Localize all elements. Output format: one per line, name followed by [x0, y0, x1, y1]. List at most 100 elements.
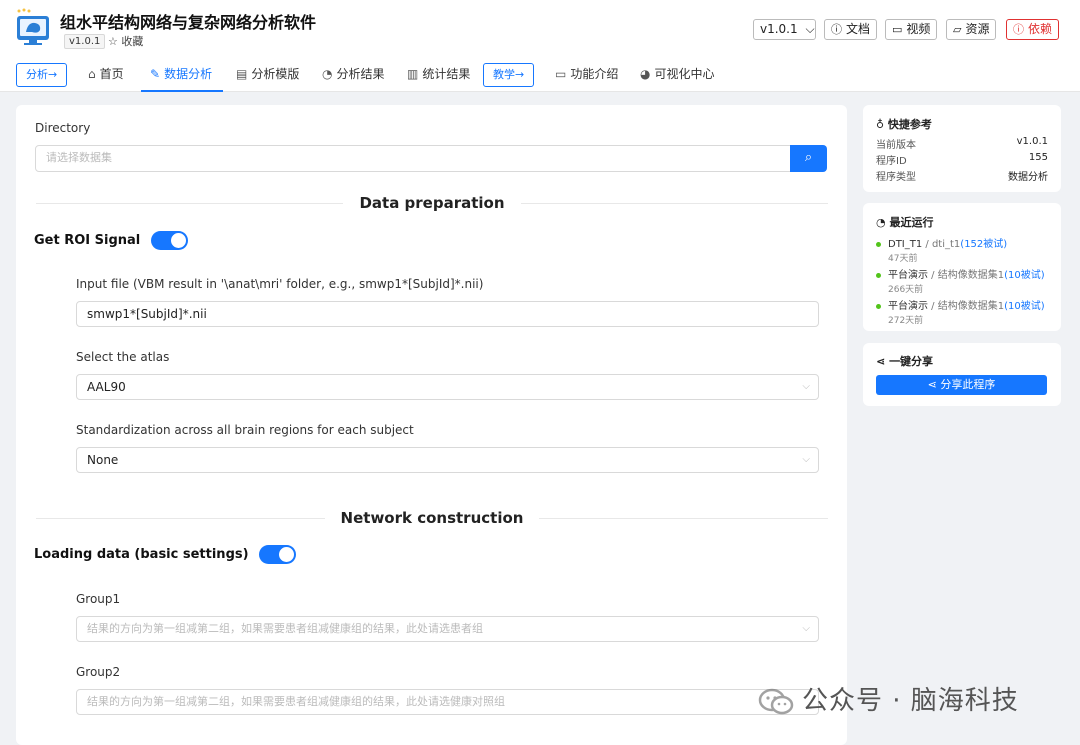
share-icon: ⋖: [876, 355, 886, 368]
ref-row: 程序ID 155: [876, 152, 1048, 167]
bar-chart-icon: ▥: [407, 67, 419, 81]
wechat-icon: [758, 688, 794, 714]
video-button[interactable]: ▭ 视频: [885, 19, 938, 40]
app-header: 组水平结构网络与复杂网络分析软件 v1.0.1 ☆ 收藏 v1.0.1 ⌵ ⓘ 文…: [0, 0, 1080, 56]
nav-item-templates-label: 分析模版: [251, 67, 300, 81]
monitor-icon: ▭: [555, 67, 567, 81]
share-icon: ⋖: [927, 378, 937, 391]
status-dot: [876, 241, 881, 247]
run-dataset: / 结构像数据集1: [928, 270, 1005, 281]
section-title: Network construction: [324, 509, 540, 527]
atlas-label: Select the atlas: [76, 350, 170, 364]
input-file-field[interactable]: smwp1*[SubjId]*.nii: [76, 301, 819, 327]
nav-item-home[interactable]: ⌂ 首页: [88, 56, 124, 92]
video-button-label: 视频: [906, 22, 931, 36]
run-subjects-link[interactable]: (10被试): [1004, 270, 1045, 281]
group1-select[interactable]: 结果的方向为第一组减第二组，如果需要患者组减健康组的结果，此处请选患者组 ⌵: [76, 616, 819, 642]
ref-value: 数据分析: [1008, 172, 1048, 183]
run-subjects-link[interactable]: (10被试): [1004, 301, 1045, 312]
share-button-label: 分享此程序: [940, 378, 996, 391]
chevron-down-icon: ⌵: [802, 454, 810, 465]
nav-item-results[interactable]: ◔ 分析结果: [322, 56, 385, 92]
run-name: DTI_T1: [888, 239, 923, 250]
quick-reference-title: ♁ 快捷参考: [876, 116, 932, 132]
ref-key: 当前版本: [876, 140, 916, 151]
quick-reference-title-text: 快捷参考: [887, 118, 932, 131]
section-data-preparation: Data preparation: [36, 194, 828, 214]
standardization-value: None: [87, 453, 119, 467]
alert-icon: ⓘ: [1013, 23, 1024, 36]
analyze-button[interactable]: 分析→: [16, 63, 68, 87]
pie-icon: ◕: [640, 67, 651, 81]
atlas-value: AAL90: [87, 380, 126, 394]
recent-run-item[interactable]: 平台演示 / 结构像数据集1(10被试) 266天前: [876, 266, 1054, 295]
search-icon: ⌕: [804, 150, 813, 165]
loading-data-toggle[interactable]: [259, 545, 297, 564]
nav-item-features[interactable]: ▭ 功能介绍: [555, 56, 618, 92]
docs-button-label: 文档: [846, 22, 871, 36]
share-button[interactable]: ⋖ 分享此程序: [876, 375, 1047, 395]
atlas-select[interactable]: AAL90 ⌵: [76, 374, 819, 400]
share-card: ⋖ 一键分享 ⋖ 分享此程序: [863, 343, 1061, 406]
group1-placeholder: 结果的方向为第一组减第二组，如果需要患者组减健康组的结果，此处请选患者组: [87, 622, 483, 635]
analysis-form: Directory 请选择数据集 ⌕ Data preparation Get …: [16, 105, 847, 745]
edit-icon: ✎: [150, 67, 161, 81]
recent-run-item[interactable]: 平台演示 / 结构像数据集1(10被试) 272天前: [876, 297, 1054, 326]
loading-data-row: Loading data (basic settings): [34, 545, 297, 567]
dependencies-button[interactable]: ⓘ 依赖: [1006, 19, 1060, 40]
nav-item-data-analysis[interactable]: ✎ 数据分析: [141, 56, 223, 92]
version-select[interactable]: v1.0.1 ⌵: [753, 19, 816, 40]
standardization-select[interactable]: None ⌵: [76, 447, 819, 473]
search-button[interactable]: ⌕: [790, 145, 827, 172]
file-icon: ▤: [236, 67, 248, 81]
standardization-label: Standardization across all brain regions…: [76, 423, 414, 437]
question-icon: ⓘ: [831, 23, 842, 36]
nav-item-viz-center-label: 可视化中心: [654, 67, 715, 81]
resources-button-label: 资源: [965, 22, 990, 36]
group2-label: Group2: [76, 665, 121, 679]
section-title: Data preparation: [343, 194, 521, 212]
run-time: 47天前: [888, 254, 918, 264]
app-title: 组水平结构网络与复杂网络分析软件: [60, 13, 317, 32]
quick-reference-card: ♁ 快捷参考 当前版本 v1.0.1 程序ID 155 程序类型 数据分析: [863, 105, 1061, 192]
group2-placeholder: 结果的方向为第一组减第二组，如果需要患者组减健康组的结果，此处请选健康对照组: [87, 695, 505, 708]
nav-item-templates[interactable]: ▤ 分析模版: [236, 56, 299, 92]
bulb-icon: ♁: [876, 118, 885, 131]
section-network-construction: Network construction: [36, 509, 828, 529]
watermark: 公众号 · 脑海科技: [758, 680, 1019, 717]
clock-icon: ◔: [322, 67, 333, 81]
top-nav: 分析→ ⌂ 首页 ✎ 数据分析 ▤ 分析模版 ◔ 分析结果 ▥ 统计结果 教学→ ▭ 功能介…: [0, 56, 1080, 92]
run-name: 平台演示: [888, 301, 928, 312]
run-name: 平台演示: [888, 270, 928, 281]
roi-signal-label: Get ROI Signal: [34, 233, 141, 248]
nav-item-stats[interactable]: ▥ 统计结果: [407, 56, 470, 92]
input-file-value: smwp1*[SubjId]*.nii: [87, 307, 207, 321]
nav-item-features-label: 功能介绍: [570, 67, 619, 81]
docs-button[interactable]: ⓘ 文档: [824, 19, 878, 40]
roi-signal-toggle[interactable]: [150, 231, 188, 250]
ref-value: v1.0.1: [1016, 136, 1048, 147]
logo-icon: [17, 8, 49, 45]
roi-signal-row: Get ROI Signal: [34, 231, 188, 253]
nav-item-data-analysis-label: 数据分析: [164, 67, 213, 81]
group1-label: Group1: [76, 592, 121, 606]
ref-key: 程序类型: [876, 172, 916, 183]
clock-icon: ◔: [876, 216, 886, 229]
favorite-button[interactable]: ☆ 收藏: [108, 33, 143, 49]
star-icon: ☆: [108, 35, 118, 48]
directory-label: Directory: [35, 121, 91, 135]
nav-item-results-label: 分析结果: [336, 67, 385, 81]
nav-item-home-label: 首页: [99, 67, 124, 81]
resources-button[interactable]: ▱ 资源: [946, 19, 997, 40]
nav-item-viz-center[interactable]: ◕ 可视化中心: [640, 56, 715, 92]
recent-runs-card: ◔ 最近运行 DTI_T1 / dti_t1(152被试) 47天前 平台演示 /…: [863, 203, 1061, 331]
nav-item-stats-label: 统计结果: [422, 67, 471, 81]
watermark-text: 公众号 · 脑海科技: [802, 686, 1019, 716]
run-time: 266天前: [888, 285, 924, 295]
chevron-down-icon: ⌵: [802, 381, 810, 392]
directory-input[interactable]: 请选择数据集: [35, 145, 791, 172]
recent-run-item[interactable]: DTI_T1 / dti_t1(152被试) 47天前: [876, 235, 1054, 264]
group2-select[interactable]: 结果的方向为第一组减第二组，如果需要患者组减健康组的结果，此处请选健康对照组: [76, 689, 819, 715]
run-subjects-link[interactable]: (152被试): [960, 239, 1007, 250]
teach-button[interactable]: 教学→: [483, 63, 535, 87]
